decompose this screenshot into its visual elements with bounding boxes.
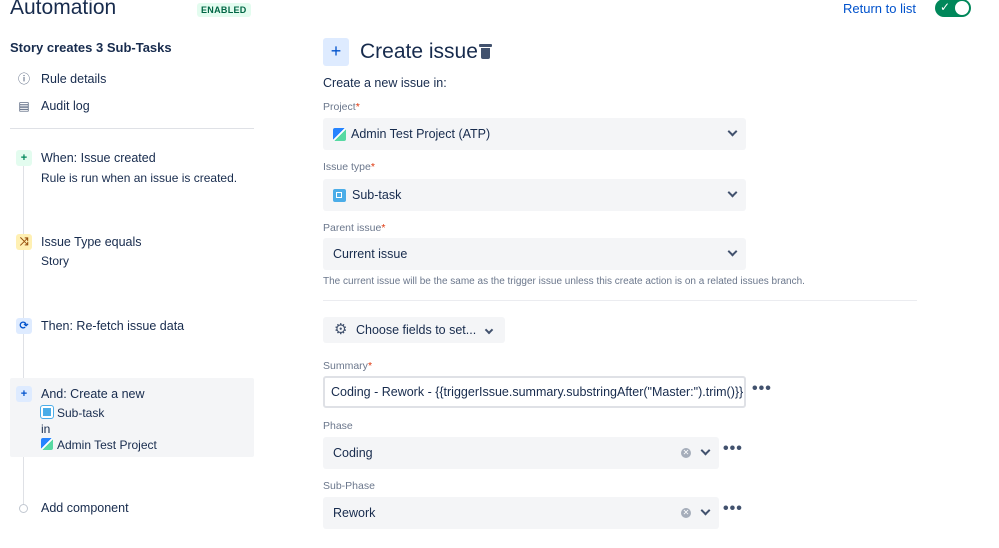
step-in: in [41, 422, 51, 436]
issue-type-select[interactable]: Sub-task [323, 179, 746, 211]
trash-icon[interactable] [479, 44, 492, 59]
add-component-dot [19, 504, 28, 513]
section-divider [323, 300, 917, 301]
chevron-down-icon [727, 187, 738, 198]
issue-type-value: Sub-task [352, 188, 402, 202]
form-title: Create issue [360, 40, 478, 63]
step-title: When: Issue created [41, 151, 156, 165]
rule-details-label: Rule details [41, 71, 107, 86]
add-component-button[interactable]: Add component [41, 501, 129, 515]
rule-enabled-toggle[interactable]: ✓ [935, 0, 971, 17]
audit-log-icon: ▤ [18, 99, 30, 113]
sub-phase-select[interactable]: Rework ✕ [323, 497, 719, 529]
step-description: Rule is run when an issue is created. [41, 171, 238, 185]
gear-icon: ⚙ [334, 321, 348, 338]
refresh-icon: ⟳ [16, 318, 32, 334]
info-icon: ⓘ [17, 72, 30, 86]
chevron-down-icon [484, 325, 494, 335]
rule-step-trigger[interactable]: + When: Issue created Rule is run when a… [10, 150, 254, 190]
rule-details-link[interactable]: ⓘ Rule details [16, 70, 106, 87]
form-subtitle: Create a new issue in: [323, 76, 447, 90]
phase-value: Coding [333, 446, 373, 460]
toggle-knob [955, 1, 969, 15]
project-avatar-icon [41, 438, 53, 450]
step-description: Story [41, 254, 70, 268]
parent-issue-helper-text: The current issue will be the same as th… [323, 276, 805, 287]
add-icon: + [323, 38, 349, 66]
choose-fields-label: Choose fields to set... [356, 323, 477, 337]
trigger-plus-icon: + [16, 150, 32, 166]
parent-issue-label: Parent issue* [323, 222, 386, 234]
phase-more-options-icon[interactable]: ••• [723, 440, 743, 458]
step-issue-type: Sub-task [40, 405, 104, 420]
rule-step-refetch[interactable]: ⟳ Then: Re-fetch issue data [10, 318, 254, 340]
issue-type-label: Issue type* [323, 161, 375, 173]
status-badge: ENABLED [197, 3, 251, 17]
condition-shuffle-icon: ⤨ [16, 234, 32, 250]
chevron-down-icon [700, 505, 711, 516]
clear-icon[interactable]: ✕ [681, 508, 691, 518]
sub-phase-more-options-icon[interactable]: ••• [723, 500, 743, 518]
step-title: And: Create a new [41, 387, 145, 401]
choose-fields-button[interactable]: ⚙ Choose fields to set... [323, 317, 505, 343]
phase-label: Phase [323, 420, 353, 432]
rule-step-create-issue[interactable]: + And: Create a new Sub-task in Admin Te… [10, 378, 254, 457]
chevron-down-icon [727, 126, 738, 137]
subtask-icon [40, 405, 54, 419]
phase-select[interactable]: Coding ✕ [323, 437, 719, 469]
project-label: Project* [323, 101, 360, 113]
summary-more-options-icon[interactable]: ••• [752, 380, 772, 398]
check-icon: ✓ [940, 0, 951, 14]
rule-name: Story creates 3 Sub-Tasks [10, 40, 172, 55]
rule-step-condition[interactable]: ⤨ Issue Type equals Story [10, 234, 254, 274]
chevron-down-icon [727, 246, 738, 257]
summary-input[interactable]: Coding - Rework - {{triggerIssue.summary… [323, 376, 746, 408]
action-plus-icon: + [16, 386, 32, 402]
subtask-icon [333, 188, 346, 202]
parent-issue-select[interactable]: Current issue [323, 238, 746, 270]
step-project: Admin Test Project [41, 438, 157, 452]
project-select[interactable]: Admin Test Project (ATP) [323, 118, 746, 150]
summary-label: Summary* [323, 360, 373, 372]
step-title: Then: Re-fetch issue data [41, 319, 185, 333]
clear-icon[interactable]: ✕ [681, 448, 691, 458]
chevron-down-icon [700, 445, 711, 456]
sub-phase-label: Sub-Phase [323, 480, 375, 492]
sidebar-divider [10, 128, 254, 129]
step-title: Issue Type equals [41, 235, 142, 249]
audit-log-link[interactable]: ▤ Audit log [16, 99, 90, 113]
page-title: Automation [10, 0, 117, 19]
project-avatar-icon [333, 127, 346, 141]
parent-issue-value: Current issue [333, 247, 408, 261]
project-value: Admin Test Project (ATP) [351, 127, 491, 141]
sub-phase-value: Rework [333, 506, 376, 520]
return-to-list-link[interactable]: Return to list [843, 1, 916, 16]
audit-log-label: Audit log [41, 99, 90, 113]
